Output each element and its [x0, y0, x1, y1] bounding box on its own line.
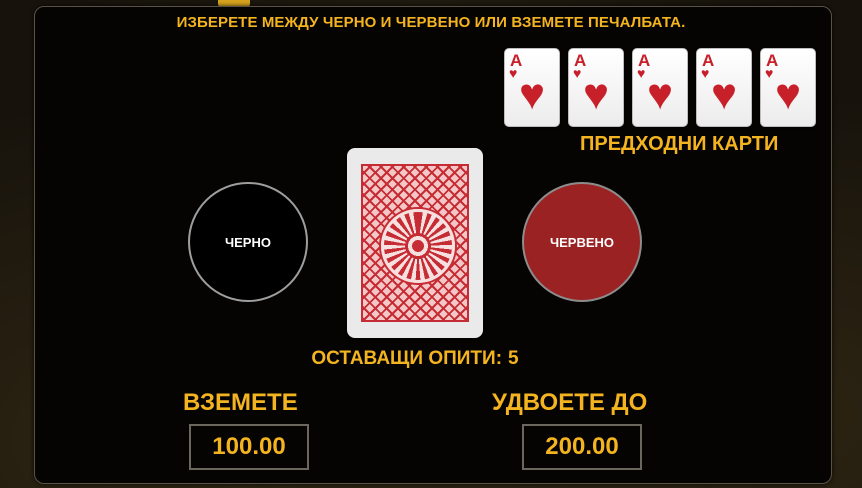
instruction-text: ИЗБЕРЕТЕ МЕЖДУ ЧЕРНО И ЧЕРВЕНО ИЛИ ВЗЕМЕ…	[176, 14, 686, 31]
double-amount: 200.00	[545, 433, 619, 460]
heart-icon: ♥	[637, 65, 646, 81]
heart-icon: ♥	[573, 65, 582, 81]
remaining-tries: ОСТАВАЩИ ОПИТИ: 5	[0, 348, 830, 370]
heart-icon: ♥	[519, 70, 546, 119]
heart-icon: ♥	[583, 70, 610, 119]
red-button[interactable]: ЧЕРВЕНО	[522, 182, 642, 302]
double-label: УДВОЕТЕ ДО	[492, 389, 648, 416]
black-button-label: ЧЕРНО	[225, 234, 271, 250]
previous-cards-label: ПРЕДХОДНИ КАРТИ	[580, 133, 779, 155]
collect-button[interactable]: 100.00	[189, 424, 309, 470]
previous-cards: A ♥ ♥ A ♥ ♥ A ♥ ♥ A ♥ ♥ A ♥ ♥	[504, 48, 816, 128]
previous-card: A ♥ ♥	[696, 48, 752, 127]
previous-card: A ♥ ♥	[632, 48, 688, 127]
card-back-pattern	[361, 164, 469, 322]
heart-icon: ♥	[711, 70, 738, 119]
black-button[interactable]: ЧЕРНО	[188, 182, 308, 302]
heart-icon: ♥	[701, 65, 710, 81]
previous-card: A ♥ ♥	[504, 48, 560, 127]
heart-icon: ♥	[647, 70, 674, 119]
double-amount-box: 200.00	[522, 424, 642, 470]
heart-icon: ♥	[765, 65, 774, 81]
collect-amount: 100.00	[212, 433, 286, 460]
remaining-tries-value: 5	[508, 348, 519, 369]
card-back-rosette	[381, 209, 455, 283]
heart-icon: ♥	[509, 65, 518, 81]
face-down-card	[347, 148, 483, 338]
heart-icon: ♥	[775, 70, 802, 119]
remaining-tries-label: ОСТАВАЩИ ОПИТИ:	[311, 348, 503, 369]
red-button-label: ЧЕРВЕНО	[549, 234, 615, 250]
previous-card: A ♥ ♥	[760, 48, 816, 127]
collect-label: ВЗЕМЕТЕ	[183, 389, 298, 416]
previous-card: A ♥ ♥	[568, 48, 624, 127]
